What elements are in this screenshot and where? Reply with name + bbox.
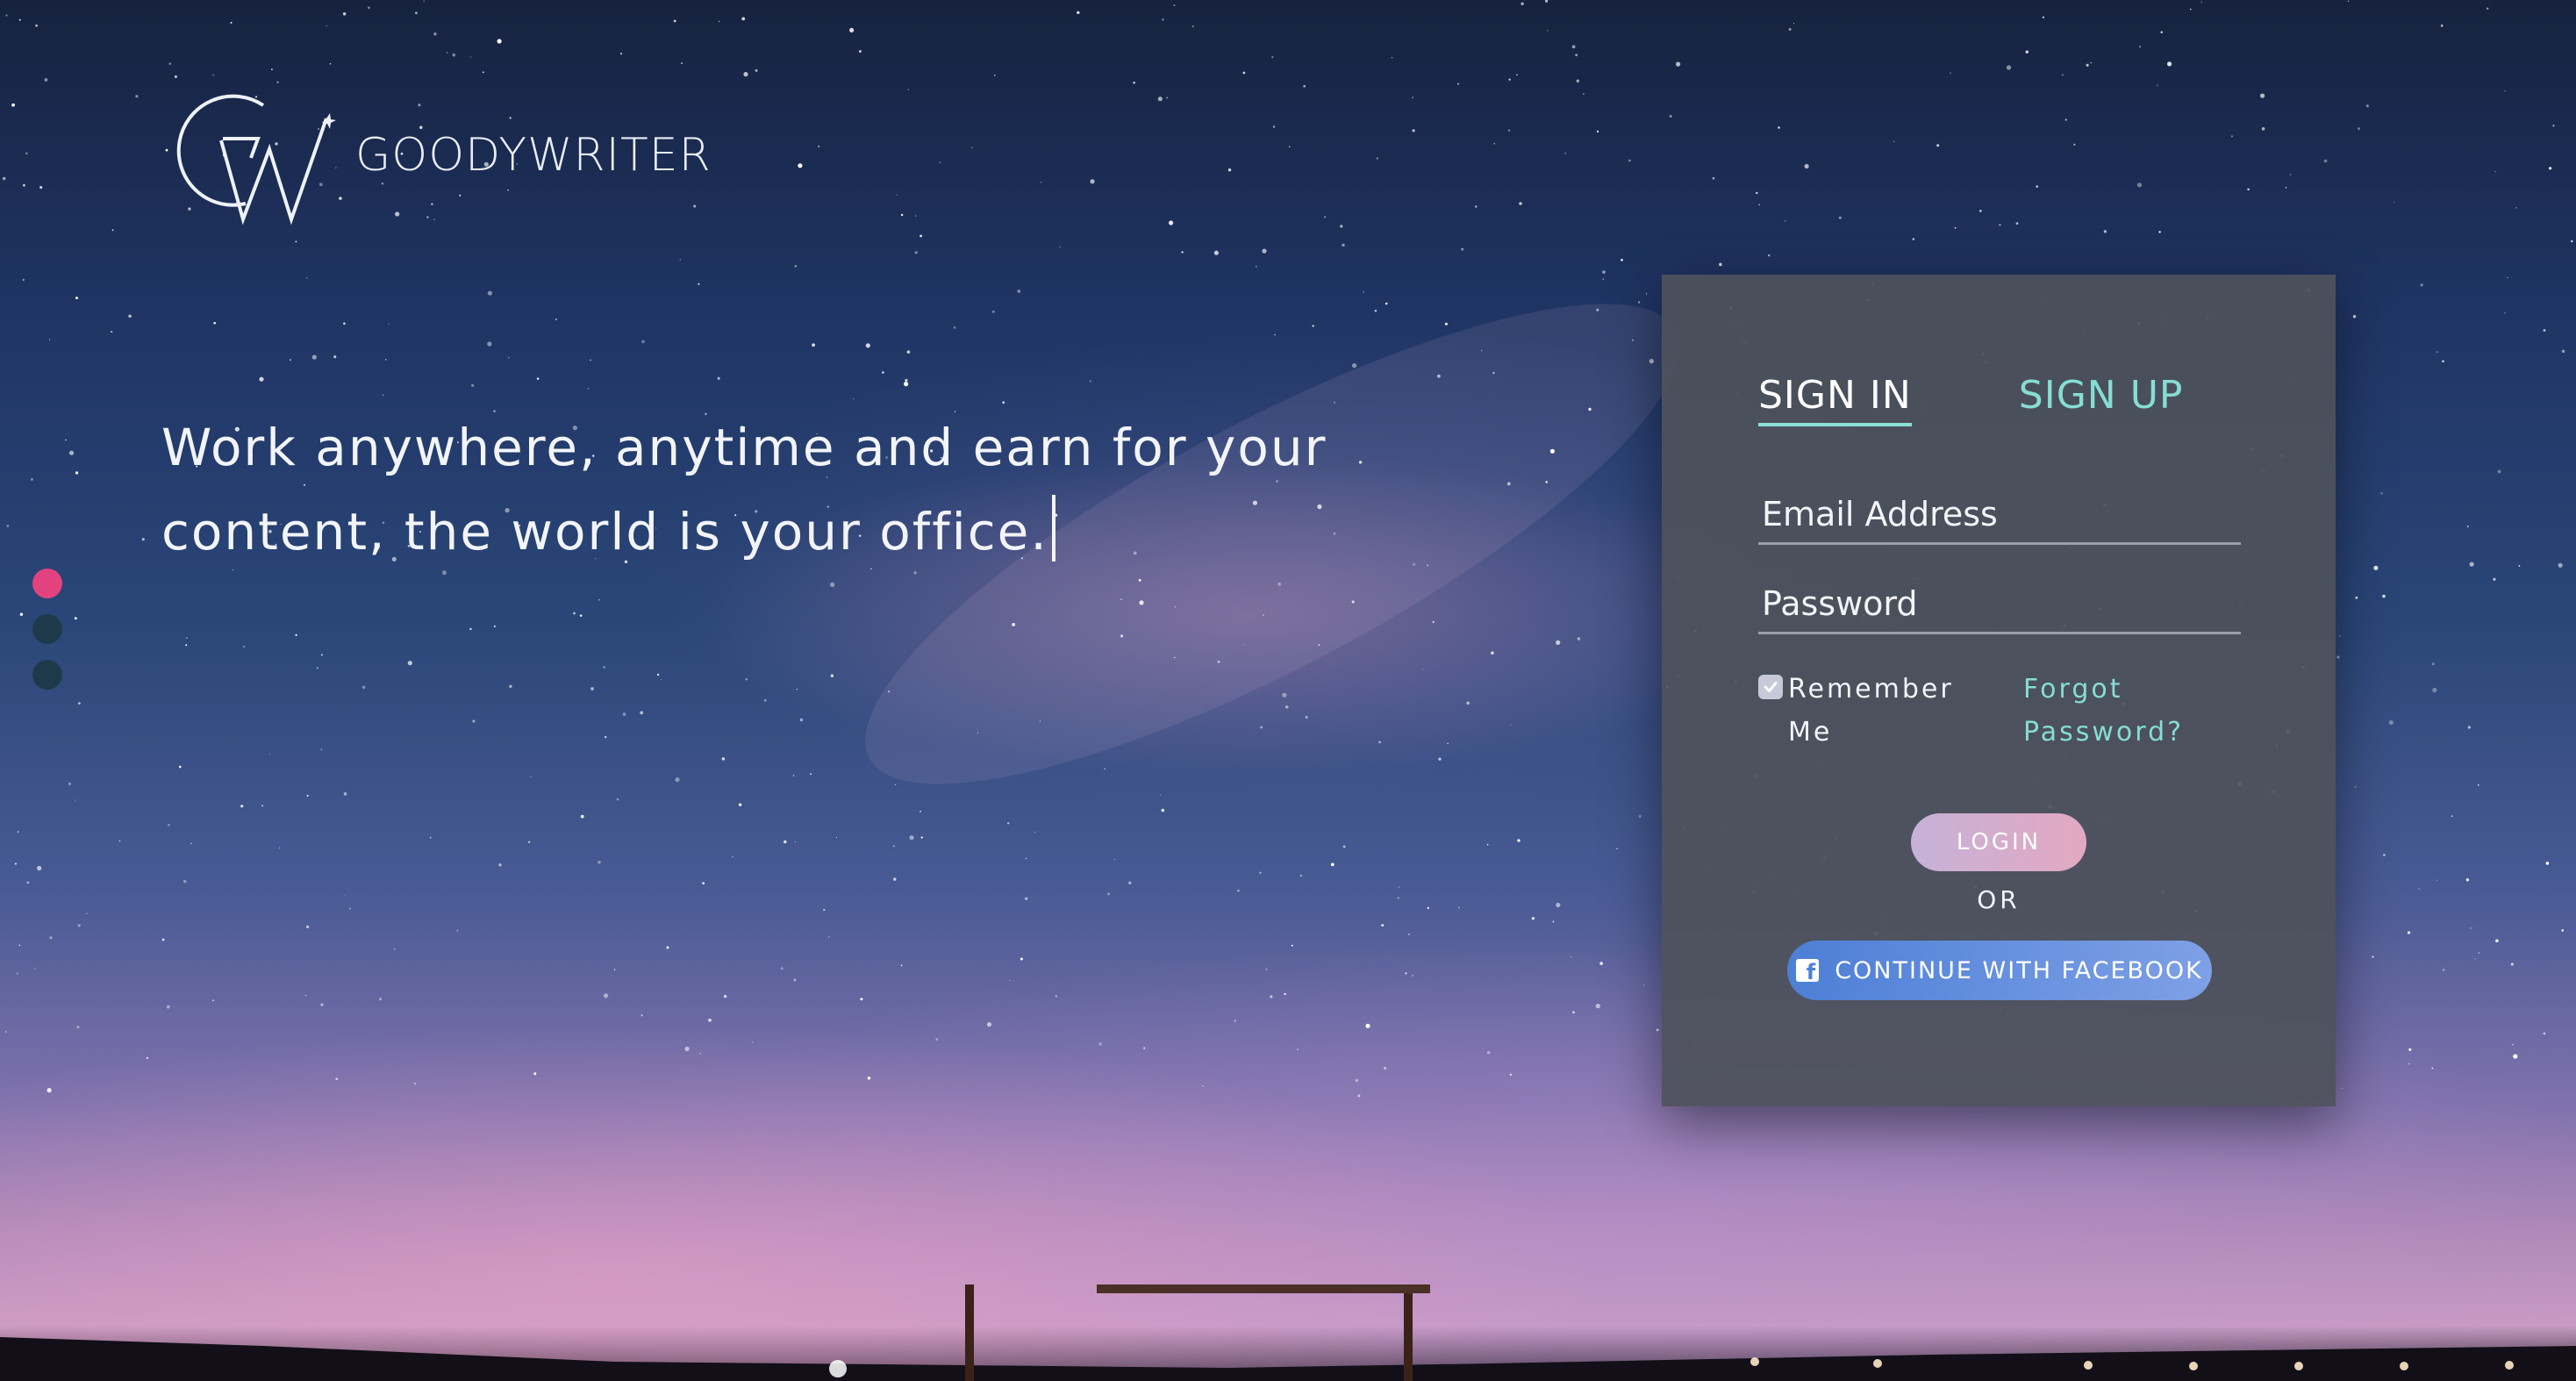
tab-sign-up[interactable]: SIGN UP	[2019, 373, 2184, 426]
brand-logo[interactable]: GOODYWRITER	[160, 79, 712, 228]
facebook-button-label: CONTINUE WITH FACEBOOK	[1835, 956, 2203, 984]
carousel-dot-2[interactable]	[32, 614, 62, 644]
gw-monogram-logo-icon	[176, 94, 336, 225]
forgot-password-link[interactable]: Forgot Password?	[2023, 668, 2243, 754]
remember-me-checkbox[interactable]: Remember Me	[1758, 668, 1964, 754]
hero-tagline: Work anywhere, anytime and earn for your…	[161, 405, 1337, 574]
password-field[interactable]	[1758, 575, 2241, 634]
email-field[interactable]	[1758, 485, 2241, 545]
tab-sign-in[interactable]: SIGN IN	[1758, 373, 1912, 426]
brand-name: GOODYWRITER	[355, 129, 712, 182]
auth-tabs: SIGN IN SIGN UP	[1758, 373, 2183, 426]
carousel-dot-3[interactable]	[32, 660, 62, 690]
login-page: GOODYWRITER Work anywhere, anytime and e…	[0, 0, 2576, 1381]
login-button[interactable]: LOGIN	[1911, 813, 2086, 871]
or-divider: OR	[1977, 885, 2021, 914]
carousel-dots	[32, 569, 62, 705]
carousel-dot-1[interactable]	[32, 569, 62, 598]
remember-me-label: Remember Me	[1788, 674, 1954, 748]
text-cursor	[1051, 495, 1055, 562]
continue-with-facebook-button[interactable]: f CONTINUE WITH FACEBOOK	[1787, 941, 2212, 1000]
checkbox-checked-icon[interactable]	[1758, 675, 1783, 699]
auth-card: SIGN IN SIGN UP Remember Me Forgot Passw…	[1662, 275, 2336, 1106]
hero-tagline-text: Work anywhere, anytime and earn for your…	[161, 418, 1327, 562]
horizon-silhouette	[0, 1284, 2576, 1381]
facebook-icon: f	[1796, 959, 1820, 983]
